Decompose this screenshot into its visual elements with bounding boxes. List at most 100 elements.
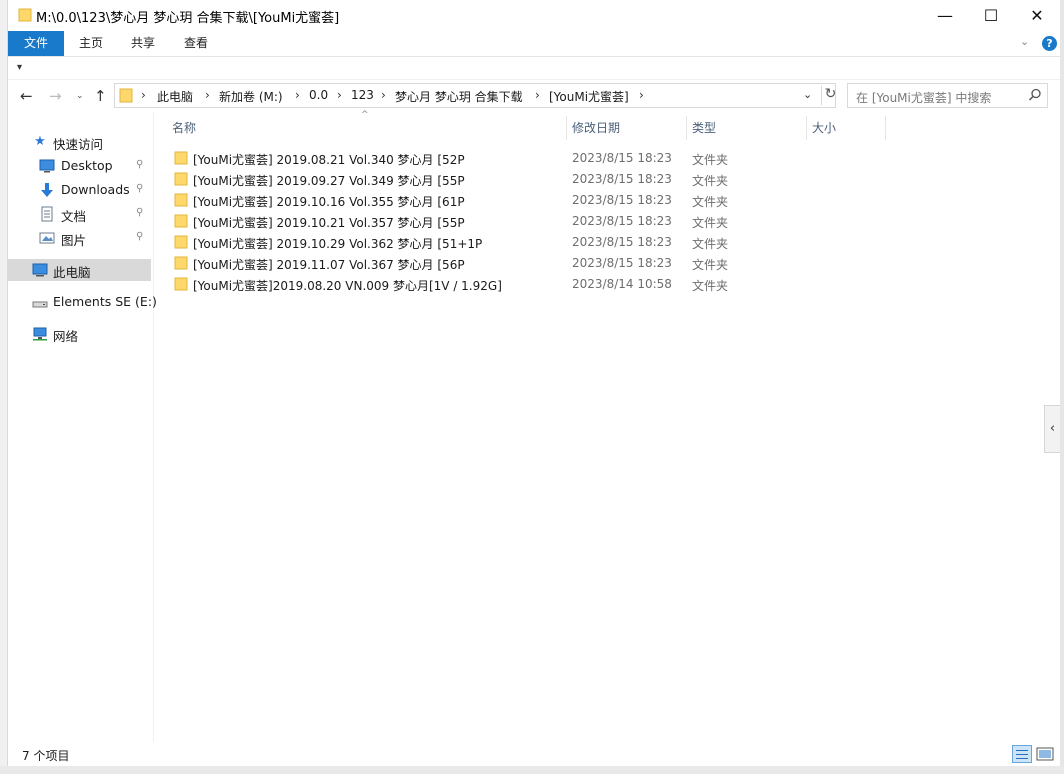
sidebar-item-network[interactable]: 网络 [8, 323, 151, 345]
column-header-size[interactable]: 大小 [812, 116, 836, 140]
sidebar-item-label: 此电脑 [53, 265, 91, 280]
sidebar-item-documents[interactable]: 文档 ⚲ [8, 203, 151, 225]
address-bar[interactable]: › 此电脑 › 新加卷 (M:) › 0.0 › 123 › 梦心月 梦心玥 合… [114, 83, 836, 108]
computer-icon [32, 263, 48, 277]
table-row[interactable]: [YouMi尤蜜荟] 2019.10.29 Vol.362 梦心月 [51+1P… [168, 232, 898, 253]
sidebar-item-label: Elements SE (E:) [53, 294, 157, 309]
details-view-button[interactable] [1012, 745, 1032, 763]
recent-locations-icon[interactable]: ⌄ [76, 91, 84, 101]
right-edge-strip [1060, 0, 1064, 774]
column-header-date[interactable]: 修改日期 [572, 116, 620, 140]
pin-icon: ⚲ [136, 183, 144, 194]
sidebar-item-this-pc[interactable]: 此电脑 [8, 259, 151, 281]
folder-icon [174, 235, 188, 249]
breadcrumb-separator[interactable]: › [535, 88, 540, 102]
pictures-icon [39, 232, 55, 244]
ribbon-tabs: 文件 主页 共享 查看 ⌄ ? [8, 31, 1060, 57]
sidebar-item-quick-access[interactable]: ★ 快速访问 [8, 131, 151, 153]
file-date: 2023/8/14 10:58 [572, 277, 672, 291]
folder-icon [174, 277, 188, 291]
sidebar-item-pictures[interactable]: 图片 ⚲ [8, 227, 151, 249]
close-button[interactable]: ✕ [1014, 0, 1060, 31]
breadcrumb-separator[interactable]: › [205, 88, 210, 102]
help-icon[interactable]: ? [1042, 36, 1057, 51]
column-divider[interactable] [806, 116, 807, 140]
breadcrumb-separator[interactable]: › [295, 88, 300, 102]
column-divider[interactable] [686, 116, 687, 140]
column-header-name[interactable]: 名称 [172, 116, 196, 140]
breadcrumb-drive-m[interactable]: 新加卷 (M:) [219, 88, 283, 105]
breadcrumb-folder-current[interactable]: [YouMi尤蜜荟] [549, 88, 629, 105]
breadcrumb-this-pc[interactable]: 此电脑 [157, 88, 193, 105]
breadcrumb-separator[interactable]: › [337, 88, 342, 102]
tab-view[interactable]: 查看 [169, 31, 223, 56]
preview-pane-toggle[interactable]: ‹ [1044, 405, 1060, 453]
search-box[interactable]: 在 [YouMi尤蜜荟] 中搜索 [847, 83, 1048, 108]
sidebar-item-downloads[interactable]: Downloads ⚲ [8, 179, 151, 201]
maximize-button[interactable]: ☐ [968, 0, 1014, 31]
file-type: 文件夹 [692, 216, 729, 230]
breadcrumb-folder-123[interactable]: 123 [351, 88, 374, 102]
tab-share[interactable]: 共享 [116, 31, 170, 56]
file-name: [YouMi尤蜜荟]2019.08.20 VN.009 梦心月[1V / 1.9… [193, 279, 502, 293]
column-header-type[interactable]: 类型 [692, 116, 716, 140]
file-name: [YouMi尤蜜荟] 2019.08.21 Vol.340 梦心月 [52P [193, 153, 465, 167]
network-icon [33, 327, 47, 341]
folder-icon [174, 193, 188, 207]
table-row[interactable]: [YouMi尤蜜荟] 2019.11.07 Vol.367 梦心月 [56P 2… [168, 253, 898, 274]
sidebar-item-drive-e[interactable]: Elements SE (E:) [8, 291, 157, 313]
table-row[interactable]: [YouMi尤蜜荟]2019.08.20 VN.009 梦心月[1V / 1.9… [168, 274, 898, 295]
title-bar[interactable]: M:\0.0\123\梦心月 梦心玥 合集下载\[YouMi尤蜜荟] — ☐ ✕ [8, 0, 1060, 31]
back-button[interactable]: ← [20, 87, 33, 105]
up-button[interactable]: ↑ [94, 87, 107, 105]
sidebar-item-label: Downloads [61, 182, 130, 197]
forward-button[interactable]: → [49, 87, 62, 105]
file-type: 文件夹 [692, 174, 729, 188]
folder-icon [119, 88, 133, 103]
breadcrumb-folder-0-0[interactable]: 0.0 [309, 88, 328, 102]
large-icons-view-button[interactable] [1036, 746, 1054, 762]
table-row[interactable]: [YouMi尤蜜荟] 2019.09.27 Vol.349 梦心月 [55P 2… [168, 169, 898, 190]
table-row[interactable]: [YouMi尤蜜荟] 2019.10.16 Vol.355 梦心月 [61P 2… [168, 190, 898, 211]
file-date: 2023/8/15 18:23 [572, 235, 672, 249]
navigation-pane: ★ 快速访问 Desktop ⚲ Downloads ⚲ 文档 ⚲ 图片 ⚲ 此… [8, 112, 157, 742]
downloads-icon [41, 183, 53, 197]
tab-file[interactable]: 文件 [8, 31, 64, 56]
file-name: [YouMi尤蜜荟] 2019.09.27 Vol.349 梦心月 [55P [193, 174, 465, 188]
customize-toolbar-icon[interactable]: ▾ [17, 62, 22, 73]
address-dropdown-icon[interactable]: ⌄ [803, 88, 812, 101]
sidebar-item-label: 快速访问 [53, 137, 104, 152]
sidebar-item-label: 文档 [61, 209, 87, 224]
breadcrumb-separator[interactable]: › [639, 88, 644, 102]
tab-home[interactable]: 主页 [64, 31, 118, 56]
minimize-button[interactable]: — [922, 0, 968, 31]
sidebar-item-desktop[interactable]: Desktop ⚲ [8, 155, 151, 177]
refresh-icon[interactable]: ↻ [821, 86, 839, 105]
file-name: [YouMi尤蜜荟] 2019.10.21 Vol.357 梦心月 [55P [193, 216, 465, 230]
table-row[interactable]: [YouMi尤蜜荟] 2019.10.21 Vol.357 梦心月 [55P 2… [168, 211, 898, 232]
file-name: [YouMi尤蜜荟] 2019.10.16 Vol.355 梦心月 [61P [193, 195, 465, 209]
breadcrumb-separator[interactable]: › [141, 88, 146, 102]
file-type: 文件夹 [692, 258, 729, 272]
search-icon[interactable] [1028, 88, 1042, 102]
table-row[interactable]: [YouMi尤蜜荟] 2019.08.21 Vol.340 梦心月 [52P 2… [168, 148, 898, 169]
file-date: 2023/8/15 18:23 [572, 214, 672, 228]
column-divider[interactable] [566, 116, 567, 140]
file-date: 2023/8/15 18:23 [572, 193, 672, 207]
sort-ascending-icon: ^ [361, 110, 369, 120]
column-divider[interactable] [885, 116, 886, 140]
star-icon: ★ [34, 134, 46, 149]
file-name: [YouMi尤蜜荟] 2019.11.07 Vol.367 梦心月 [56P [193, 258, 465, 272]
folder-icon [174, 151, 188, 165]
folder-icon [174, 172, 188, 186]
desktop-icon [39, 159, 55, 173]
expand-ribbon-icon[interactable]: ⌄ [1020, 35, 1029, 48]
breadcrumb-folder-collection[interactable]: 梦心月 梦心玥 合集下载 [395, 88, 523, 105]
file-date: 2023/8/15 18:23 [572, 151, 672, 165]
pin-icon: ⚲ [136, 159, 144, 170]
folder-icon [174, 256, 188, 270]
status-bar: 7 个项目 [8, 742, 1060, 766]
background-window-strip [0, 0, 8, 774]
breadcrumb-separator[interactable]: › [381, 88, 386, 102]
documents-icon [41, 206, 53, 222]
